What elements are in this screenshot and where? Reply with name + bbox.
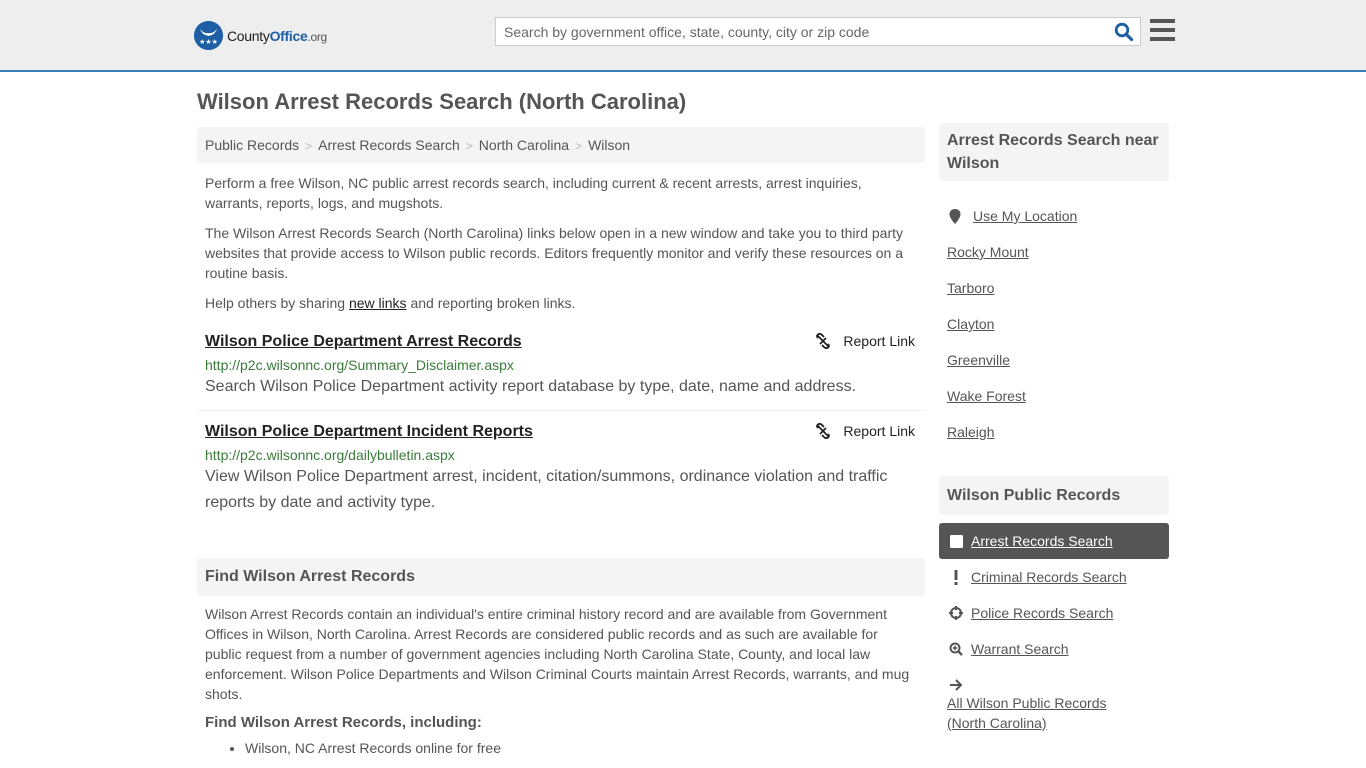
- public-records-link[interactable]: Police Records Search: [971, 605, 1113, 621]
- resource-link-title[interactable]: Wilson Police Department Incident Report…: [205, 421, 533, 443]
- nearby-city-item[interactable]: Rocky Mount: [939, 234, 1169, 270]
- resource-link-title[interactable]: Wilson Police Department Arrest Records: [205, 331, 522, 353]
- resource-link-description: View Wilson Police Department arrest, in…: [205, 468, 888, 511]
- find-records-paragraph: Wilson Arrest Records contain an individ…: [205, 606, 910, 702]
- nearby-city-item[interactable]: Tarboro: [939, 270, 1169, 306]
- list-item: Wilson, NC Arrest Records online for fre…: [245, 740, 925, 756]
- nearby-city-link[interactable]: Rocky Mount: [947, 244, 1029, 260]
- report-link-label: Report Link: [843, 423, 915, 439]
- exclamation-icon: [947, 569, 965, 585]
- public-records-item-arrest[interactable]: Arrest Records Search: [939, 523, 1169, 559]
- breadcrumb-wilson[interactable]: Wilson: [588, 137, 630, 153]
- logo-text-county: County: [227, 27, 270, 44]
- nearby-city-link[interactable]: Clayton: [947, 316, 994, 332]
- crosshair-icon: [947, 605, 965, 621]
- public-records-item-criminal[interactable]: Criminal Records Search: [939, 559, 1169, 595]
- share-text-after: and reporting broken links.: [406, 295, 576, 311]
- logo-text-office: Office: [269, 27, 308, 44]
- use-my-location-link[interactable]: Use My Location: [973, 208, 1077, 224]
- nearby-list: Use My Location Rocky Mount Tarboro Clay…: [939, 198, 1169, 450]
- breadcrumb-arrest-records-search[interactable]: Arrest Records Search: [318, 137, 460, 153]
- search-input[interactable]: [496, 18, 1096, 45]
- logo-eagle-icon: ★★★: [194, 21, 223, 50]
- site-header: ★★★ CountyOffice.org: [0, 0, 1366, 72]
- public-records-link[interactable]: All Wilson Public Records (North Carolin…: [947, 693, 1147, 733]
- nearby-city-item[interactable]: Greenville: [939, 342, 1169, 378]
- public-records-item-all[interactable]: All Wilson Public Records (North Carolin…: [939, 667, 1169, 733]
- map-pin-icon: [949, 208, 961, 224]
- public-records-list: Arrest Records Search Criminal Records S…: [939, 523, 1169, 733]
- report-link-button[interactable]: Report Link: [815, 423, 915, 439]
- use-my-location-item[interactable]: Use My Location: [939, 198, 1169, 234]
- search-box: [495, 17, 1141, 46]
- share-paragraph: Help others by sharing new links and rep…: [197, 293, 925, 313]
- nearby-city-link[interactable]: Greenville: [947, 352, 1010, 368]
- search-icon[interactable]: [1114, 22, 1134, 42]
- hamburger-menu-icon[interactable]: [1150, 19, 1175, 41]
- resource-link-url: http://p2c.wilsonnc.org/Summary_Disclaim…: [205, 357, 514, 373]
- nearby-city-link[interactable]: Raleigh: [947, 424, 994, 440]
- resource-link-item: Wilson Police Department Arrest Records …: [197, 331, 925, 400]
- share-text-before: Help others by sharing: [205, 295, 349, 311]
- disclaimer-paragraph: The Wilson Arrest Records Search (North …: [205, 225, 903, 281]
- square-icon: [947, 533, 965, 549]
- nearby-city-link[interactable]: Tarboro: [947, 280, 994, 296]
- main-content: Wilson Arrest Records Search (North Caro…: [197, 72, 925, 756]
- broken-link-icon: [816, 333, 831, 349]
- public-records-heading: Wilson Public Records: [939, 476, 1169, 515]
- nearby-city-link[interactable]: Wake Forest: [947, 388, 1026, 404]
- public-records-link[interactable]: Criminal Records Search: [971, 569, 1127, 585]
- logo[interactable]: ★★★ CountyOffice.org: [194, 21, 327, 50]
- public-records-item-police[interactable]: Police Records Search: [939, 595, 1169, 631]
- report-link-button[interactable]: Report Link: [815, 333, 915, 349]
- breadcrumb-public-records[interactable]: Public Records: [205, 137, 299, 153]
- resource-link-url: http://p2c.wilsonnc.org/dailybulletin.as…: [205, 447, 455, 463]
- sidebar: Arrest Records Search near Wilson Use My…: [939, 72, 1169, 733]
- find-records-list: Wilson, NC Arrest Records online for fre…: [197, 740, 925, 756]
- resource-link-item: Wilson Police Department Incident Report…: [197, 410, 925, 516]
- nearby-city-item[interactable]: Clayton: [939, 306, 1169, 342]
- arrow-right-icon: [947, 677, 965, 693]
- nearby-heading: Arrest Records Search near Wilson: [939, 123, 1169, 181]
- resource-link-description: Search Wilson Police Department activity…: [205, 378, 857, 395]
- zoom-in-icon: [947, 641, 965, 657]
- public-records-link[interactable]: Arrest Records Search: [971, 533, 1113, 549]
- logo-text-tld: .org: [307, 29, 327, 44]
- breadcrumb-separator: >: [465, 139, 473, 153]
- nearby-city-item[interactable]: Raleigh: [939, 414, 1169, 450]
- report-link-label: Report Link: [843, 333, 915, 349]
- find-records-subheading: Find Wilson Arrest Records, including:: [205, 714, 482, 731]
- find-records-heading: Find Wilson Arrest Records: [197, 558, 925, 596]
- broken-link-icon: [816, 423, 831, 439]
- svg-text:★★★: ★★★: [199, 38, 218, 46]
- breadcrumb-north-carolina[interactable]: North Carolina: [479, 137, 569, 153]
- breadcrumb-separator: >: [575, 139, 583, 153]
- new-links-link[interactable]: new links: [349, 295, 407, 311]
- nearby-city-item[interactable]: Wake Forest: [939, 378, 1169, 414]
- breadcrumb: Public Records > Arrest Records Search > Nor…: [197, 127, 925, 163]
- logo-text: CountyOffice.org: [227, 28, 327, 44]
- public-records-link[interactable]: Warrant Search: [971, 641, 1069, 657]
- page-title: Wilson Arrest Records Search (North Caro…: [197, 89, 687, 114]
- public-records-item-warrant[interactable]: Warrant Search: [939, 631, 1169, 667]
- breadcrumb-separator: >: [305, 139, 313, 153]
- intro-paragraph: Perform a free Wilson, NC public arrest …: [205, 175, 862, 211]
